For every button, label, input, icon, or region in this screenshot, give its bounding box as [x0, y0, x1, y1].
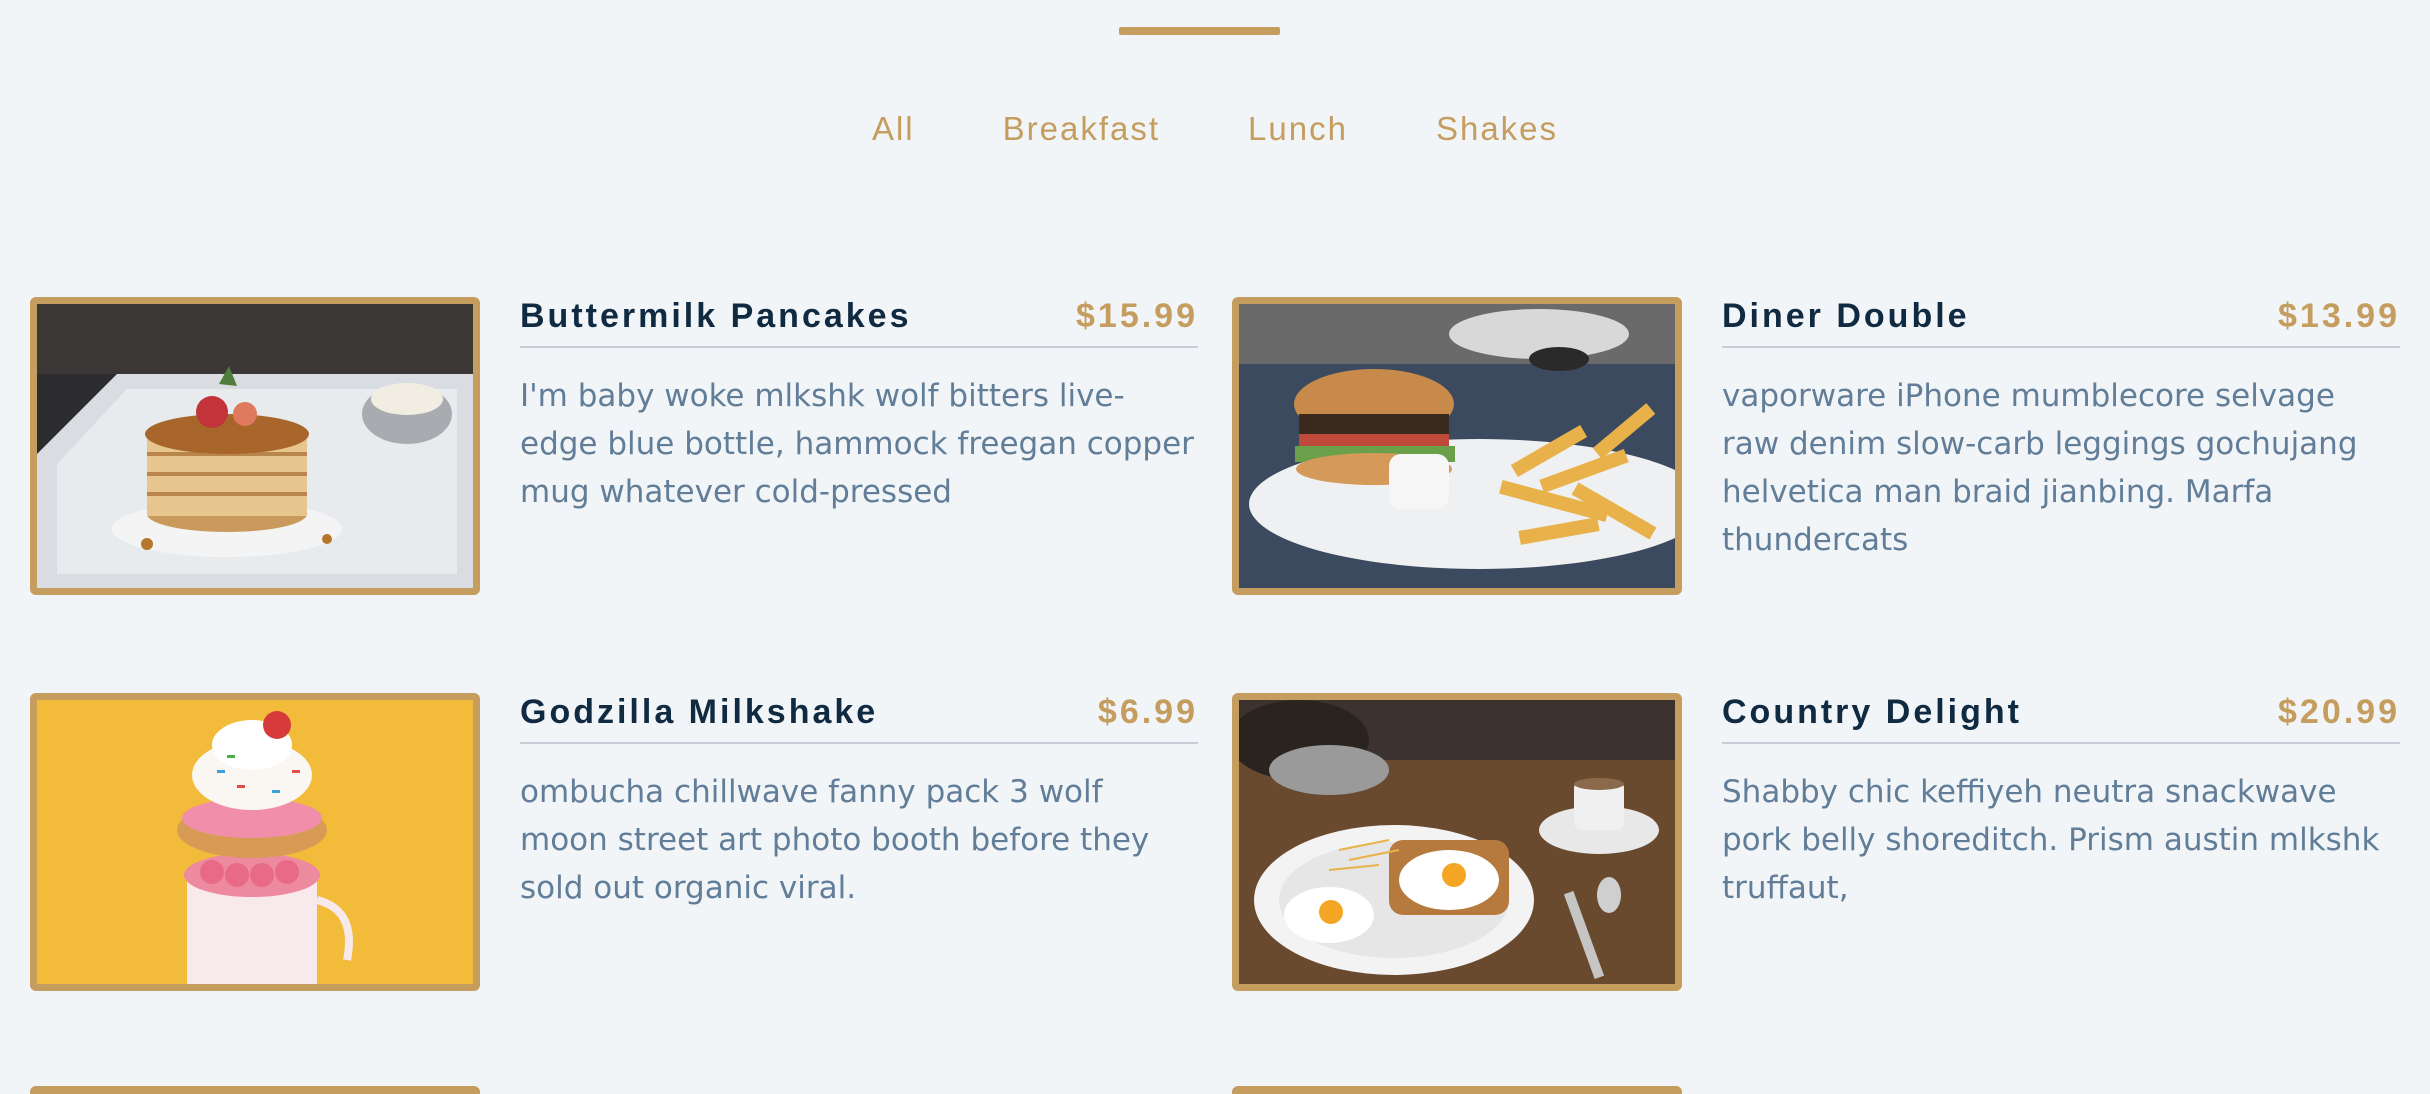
item-title: Diner Double	[1722, 297, 1970, 335]
eggs-breakfast-photo	[1232, 693, 1682, 991]
item-price: $13.99	[2278, 297, 2400, 335]
burger-photo	[1232, 297, 1682, 595]
item-title: Godzilla Milkshake	[520, 693, 879, 731]
item-price: $15.99	[1076, 297, 1198, 335]
milkshake-photo	[30, 693, 480, 991]
filter-lunch-button[interactable]: Lunch	[1204, 110, 1392, 148]
category-filter-bar: All Breakfast Lunch Shakes	[0, 110, 2430, 148]
item-title: Buttermilk Pancakes	[520, 297, 912, 335]
item-description: I'm baby woke mlkshk wolf bitters live-e…	[520, 378, 1194, 510]
section-title-underline	[1119, 27, 1280, 35]
item-price: $6.99	[1097, 693, 1198, 731]
pancakes-photo	[30, 297, 480, 595]
next-item-photo-edge	[1232, 1086, 1682, 1094]
item-price: $20.99	[2278, 693, 2400, 731]
next-item-photo-edge	[30, 1086, 480, 1094]
item-description: vaporware iPhone mumblecore selvage raw …	[1722, 378, 2358, 558]
filter-all-button[interactable]: All	[828, 110, 959, 148]
item-description: ombucha chillwave fanny pack 3 wolf moon…	[520, 774, 1150, 906]
filter-breakfast-button[interactable]: Breakfast	[959, 110, 1204, 148]
filter-shakes-button[interactable]: Shakes	[1392, 110, 1602, 148]
menu-item: Diner Double $13.99 vaporware iPhone mum…	[1232, 297, 2402, 597]
menu-item: Buttermilk Pancakes $15.99 I'm baby woke…	[30, 297, 1200, 597]
menu-item: Godzilla Milkshake $6.99 ombucha chillwa…	[30, 693, 1200, 993]
menu-item: Country Delight $20.99 Shabby chic keffi…	[1232, 693, 2402, 993]
item-description: Shabby chic keffiyeh neutra snackwave po…	[1722, 774, 2380, 906]
item-title: Country Delight	[1722, 693, 2022, 731]
